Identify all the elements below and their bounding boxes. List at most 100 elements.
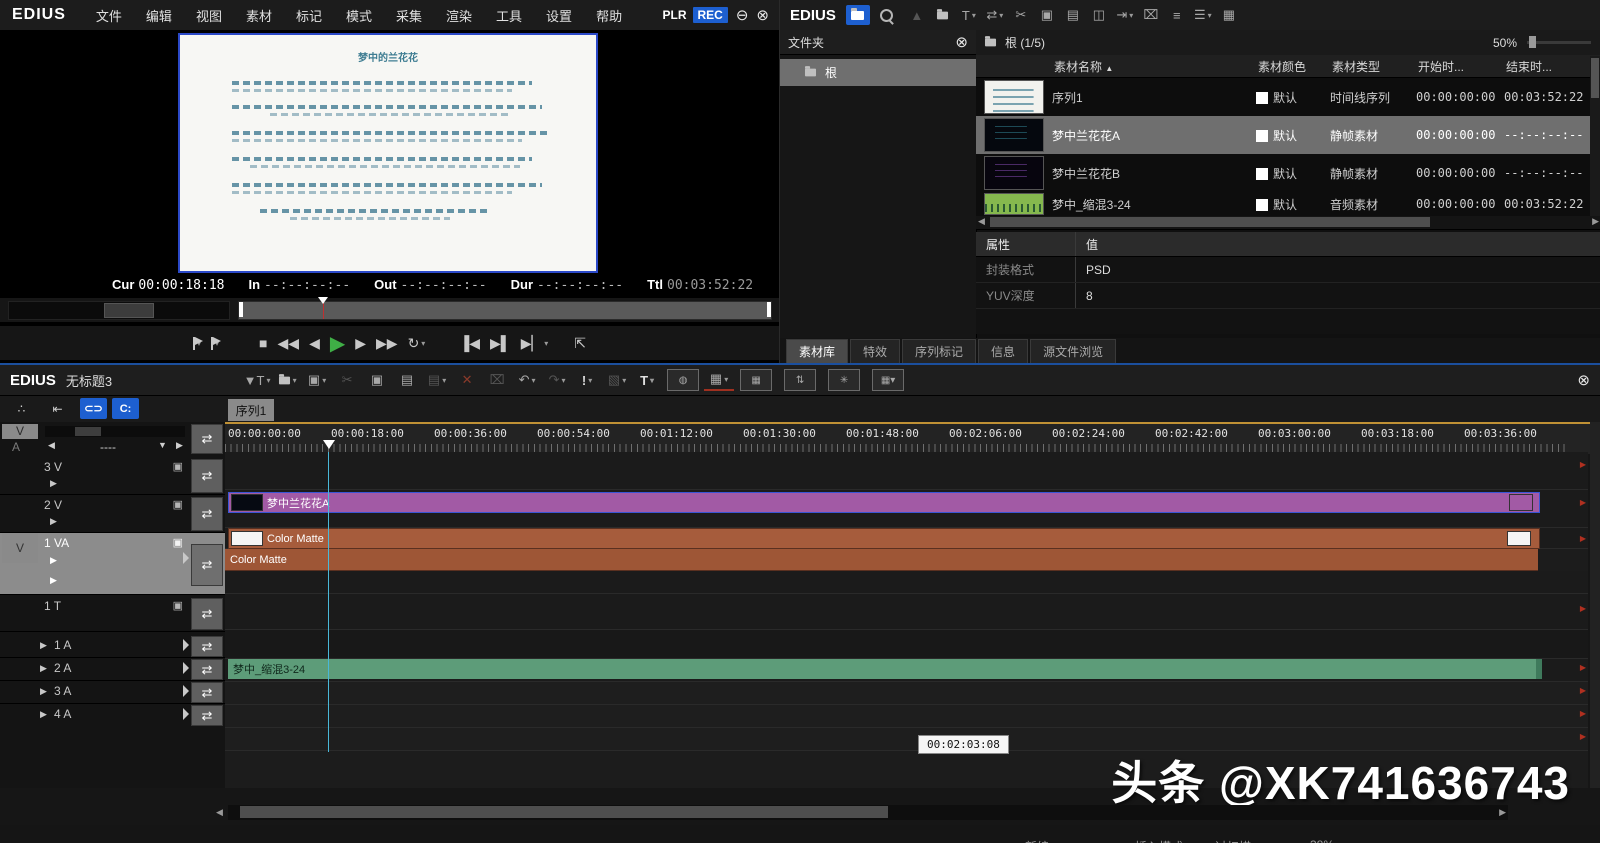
next-frame-button[interactable]: ▶ bbox=[355, 335, 366, 352]
timeline-hscroll-left-arrow-icon[interactable]: ◀ bbox=[216, 807, 223, 818]
clip-color-matte[interactable]: Color Matte bbox=[228, 528, 1540, 549]
menu-edit[interactable]: 编辑 bbox=[134, 6, 184, 25]
ripple-delete-icon[interactable]: ⌧ bbox=[482, 370, 512, 390]
hscroll-left-arrow-icon[interactable]: ◀ bbox=[978, 216, 985, 227]
save-project-icon[interactable]: ▣ ▾ bbox=[302, 370, 332, 390]
delete-icon[interactable]: ⌧ bbox=[1138, 7, 1164, 23]
undo-icon[interactable]: ↶ ▾ bbox=[512, 370, 542, 390]
rewind-button[interactable]: ◀◀ bbox=[278, 335, 300, 352]
asset-row-audio[interactable]: 梦中_缩混3-24 默认 音频素材 00:00:00:00 00:03:52:2… bbox=[976, 192, 1600, 217]
insert-mode-button[interactable]: C: bbox=[112, 398, 139, 419]
set-mark-out-flag-icon[interactable]: ▾ bbox=[211, 336, 222, 350]
add-clip-icon[interactable]: ⇥ ▾ bbox=[1112, 7, 1138, 23]
patch-next-icon[interactable]: ▶ bbox=[176, 440, 183, 451]
copy-icon[interactable]: ▣ bbox=[362, 370, 392, 390]
folder-panel-close-icon[interactable]: ⊗ bbox=[955, 33, 968, 51]
cut-icon[interactable]: ✂ bbox=[332, 370, 362, 390]
col-color[interactable]: 素材颜色 bbox=[1256, 58, 1330, 75]
goto-next-edit-button[interactable]: ▶▏ ▾ bbox=[521, 335, 549, 352]
menu-view[interactable]: 视图 bbox=[184, 6, 234, 25]
minimize-icon[interactable]: ⊖ bbox=[736, 6, 749, 24]
paste-icon[interactable]: ▤ bbox=[392, 370, 422, 390]
send-to-timeline-icon[interactable]: ◫ bbox=[1086, 7, 1112, 23]
render-icon[interactable]: ✳ bbox=[828, 369, 861, 391]
track-height-thumb[interactable] bbox=[75, 427, 101, 436]
loop-button[interactable]: ↻ ▾ bbox=[408, 335, 426, 352]
asset-list-vscrollbar[interactable] bbox=[1590, 56, 1600, 216]
menu-mode[interactable]: 模式 bbox=[334, 6, 384, 25]
stop-button[interactable]: ■ bbox=[259, 335, 267, 351]
asset-row-sequence[interactable]: 序列1 默认 时间线序列 00:00:00:00 00:03:52:22 bbox=[976, 78, 1600, 117]
cut-icon[interactable]: ✂ bbox=[1008, 7, 1034, 23]
lane-1va-sub[interactable] bbox=[225, 571, 1588, 594]
timeline-hscroll-thumb[interactable] bbox=[240, 806, 888, 818]
swap-button[interactable]: ⇄ bbox=[191, 682, 223, 703]
mode-icon[interactable]: ▧ ▾ bbox=[602, 370, 632, 390]
menu-settings[interactable]: 设置 bbox=[534, 6, 584, 25]
export-movie-icon[interactable]: ▦ ▾ bbox=[704, 369, 735, 391]
track-height-slider[interactable] bbox=[45, 426, 185, 437]
rec-button[interactable]: REC bbox=[692, 7, 728, 23]
tab-bin[interactable]: 素材库 bbox=[786, 339, 849, 363]
paste-special-icon[interactable]: ▤ ▾ bbox=[422, 370, 452, 390]
col-start[interactable]: 开始时... bbox=[1416, 58, 1504, 75]
menu-tools[interactable]: 工具 bbox=[484, 6, 534, 25]
timeline-hscroll-right-arrow-icon[interactable]: ▶ bbox=[1499, 807, 1506, 818]
detail-view-icon[interactable]: ☰ ▾ bbox=[1190, 7, 1216, 23]
hscroll-thumb[interactable] bbox=[990, 217, 1430, 227]
tab-effects[interactable]: 特效 bbox=[850, 339, 901, 363]
expand-icon[interactable]: ▶ bbox=[40, 640, 47, 651]
seek-bar[interactable] bbox=[238, 297, 772, 320]
expand-icon[interactable]: ▶ bbox=[40, 709, 47, 720]
menu-render[interactable]: 渲染 bbox=[434, 6, 484, 25]
copy-icon[interactable]: ▣ bbox=[1034, 7, 1060, 23]
patch-prev-icon[interactable]: ◀ bbox=[48, 440, 55, 451]
prev-frame-button[interactable]: ◀ bbox=[309, 335, 320, 352]
lane-3a[interactable] bbox=[225, 705, 1588, 728]
tab-source-browser[interactable]: 源文件浏览 bbox=[1030, 339, 1117, 363]
menu-capture[interactable]: 采集 bbox=[384, 6, 434, 25]
new-sequence-icon[interactable]: ▼T ▾ bbox=[242, 370, 272, 390]
hscroll-right-arrow-icon[interactable]: ▶ bbox=[1592, 216, 1599, 227]
tab-info[interactable]: 信息 bbox=[978, 339, 1029, 363]
col-name[interactable]: 素材名称 ▲ bbox=[1052, 58, 1256, 75]
timeline-vscrollbar[interactable] bbox=[1590, 422, 1600, 788]
expand-icon[interactable]: ▶ bbox=[40, 663, 47, 674]
sync-mode-icon[interactable]: ⇤ bbox=[44, 398, 71, 419]
close-preview-icon[interactable]: ⊗ bbox=[756, 6, 769, 24]
new-folder-icon[interactable] bbox=[930, 8, 956, 20]
close-timeline-icon[interactable]: ⊗ bbox=[1577, 371, 1590, 389]
sequence-tab[interactable]: 序列1 bbox=[228, 399, 274, 421]
swap-button[interactable]: ⇄ bbox=[191, 544, 223, 586]
menu-clip[interactable]: 素材 bbox=[234, 6, 284, 25]
swap-button[interactable]: ⇄ bbox=[191, 424, 223, 454]
goto-in-button[interactable]: ▐◀ bbox=[459, 335, 480, 352]
swap-button[interactable]: ⇄ bbox=[191, 636, 223, 657]
open-project-icon[interactable]: ▾ bbox=[272, 370, 302, 390]
video-patch-label[interactable]: V bbox=[2, 424, 38, 439]
grid-icon[interactable]: ▦▾ bbox=[872, 369, 905, 391]
mixer-icon[interactable]: ⇅ bbox=[784, 369, 817, 391]
patch-dropdown-icon[interactable]: ▼ bbox=[158, 440, 167, 450]
swap-button[interactable]: ⇄ bbox=[191, 598, 223, 630]
voiceover-icon[interactable]: ◍ bbox=[667, 369, 700, 391]
ripple-mode-button[interactable]: ⊂⊃ bbox=[80, 398, 107, 419]
clip-video-still-a[interactable]: 梦中兰花花A bbox=[228, 492, 1540, 513]
col-type[interactable]: 素材类型 bbox=[1330, 58, 1416, 75]
goto-out-button[interactable]: ▶▌ bbox=[490, 335, 511, 352]
menu-marker[interactable]: 标记 bbox=[284, 6, 334, 25]
timeline-ruler[interactable]: 00:00:00:00 00:00:18:00 00:00:36:00 00:0… bbox=[225, 422, 1600, 454]
title-tool-icon[interactable]: T ▾ bbox=[632, 370, 662, 390]
timeline-hscrollbar[interactable]: ▶ ◀ bbox=[216, 805, 1508, 820]
expand-icon[interactable]: ▶ bbox=[50, 478, 57, 489]
col-end[interactable]: 结束时... bbox=[1504, 58, 1590, 75]
refresh-icon[interactable]: ⇄ ▾ bbox=[982, 7, 1008, 23]
folder-view-button[interactable] bbox=[845, 5, 870, 25]
redo-icon[interactable]: ↷ ▾ bbox=[542, 370, 572, 390]
expand-icon[interactable]: ▶ bbox=[50, 516, 57, 527]
tab-sequence-marker[interactable]: 序列标记 bbox=[902, 339, 977, 363]
lane-2a[interactable] bbox=[225, 682, 1588, 705]
expand-icon[interactable]: ▶ bbox=[50, 575, 57, 586]
set-mark-in-flag-icon[interactable]: ▾ bbox=[193, 336, 204, 350]
swap-button[interactable]: ⇄ bbox=[191, 459, 223, 493]
